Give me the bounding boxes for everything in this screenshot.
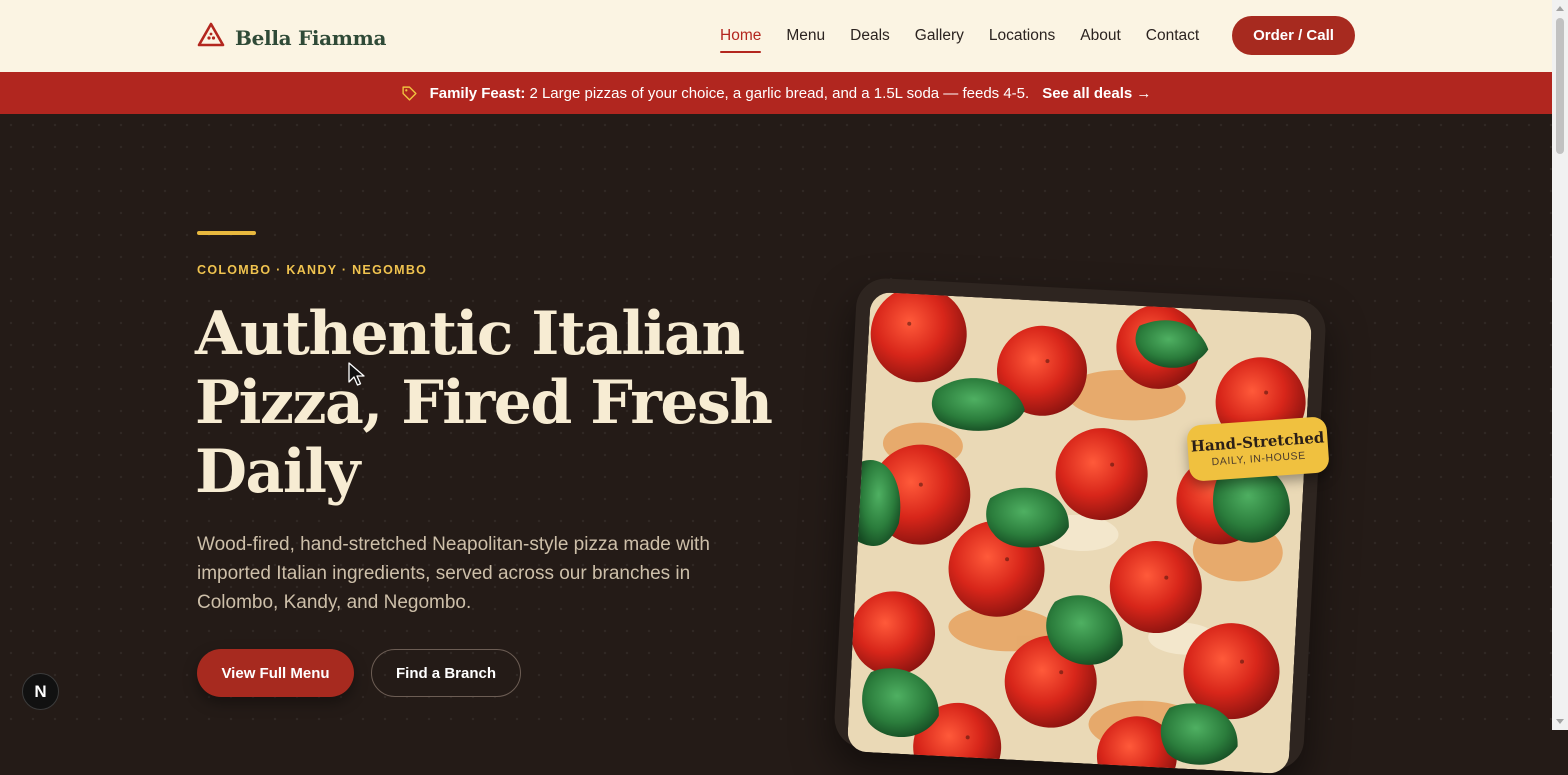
brand-name: Bella Fiamma xyxy=(235,25,387,50)
scroll-thumb[interactable] xyxy=(1556,18,1564,154)
tag-icon xyxy=(401,85,418,102)
find-a-branch-button[interactable]: Find a Branch xyxy=(371,649,521,697)
headline-line-1: Authentic Italian xyxy=(195,299,745,369)
site-header: Bella Fiamma Home Menu Deals Gallery Loc… xyxy=(0,0,1552,73)
nav-locations[interactable]: Locations xyxy=(989,27,1055,45)
brand-logo[interactable]: Bella Fiamma xyxy=(197,22,386,53)
see-all-deals-link[interactable]: See all deals → xyxy=(1042,85,1151,102)
hand-stretched-badge: Hand-Stretched DAILY, IN-HOUSE xyxy=(1186,416,1330,482)
nav-deals[interactable]: Deals xyxy=(850,27,890,45)
order-call-button[interactable]: Order / Call xyxy=(1232,16,1355,55)
nav-menu[interactable]: Menu xyxy=(786,27,825,45)
nav-contact[interactable]: Contact xyxy=(1146,27,1199,45)
headline-line-3: Daily xyxy=(195,437,360,507)
hero-section: COLOMBO · KANDY · NEGOMBO Authentic Ital… xyxy=(0,114,1552,775)
pizza-image xyxy=(846,291,1313,775)
hero-subtext: Wood-fired, hand-stretched Neapolitan-st… xyxy=(197,534,710,613)
scroll-up-arrow-icon[interactable] xyxy=(1556,6,1564,11)
pizza-image-card xyxy=(833,277,1327,775)
promo-bar: Family Feast: 2 Large pizzas of your cho… xyxy=(0,72,1552,114)
nav-home[interactable]: Home xyxy=(720,27,762,53)
triangle-pizza-icon xyxy=(197,22,225,53)
mouse-cursor-icon xyxy=(348,362,368,393)
scroll-down-arrow-icon[interactable] xyxy=(1556,719,1564,724)
hero-headline: Authentic Italian Pizza, Fired Fresh Dai… xyxy=(195,300,795,507)
accent-line xyxy=(197,231,256,235)
page-scrollbar[interactable] xyxy=(1552,0,1568,730)
promo-title: Family Feast: xyxy=(429,84,526,102)
promo-description: 2 Large pizzas of your choice, a garlic … xyxy=(529,84,1030,102)
view-full-menu-button[interactable]: View Full Menu xyxy=(197,649,354,697)
hero-eyebrow: COLOMBO · KANDY · NEGOMBO xyxy=(197,263,428,277)
headline-line-2: Pizza, Fired Fresh xyxy=(195,368,773,438)
next-dev-indicator-icon[interactable]: N xyxy=(22,673,59,710)
nav-about[interactable]: About xyxy=(1080,27,1121,45)
main-nav: Home Menu Deals Gallery Locations About … xyxy=(720,0,1224,72)
nav-gallery[interactable]: Gallery xyxy=(915,27,964,45)
